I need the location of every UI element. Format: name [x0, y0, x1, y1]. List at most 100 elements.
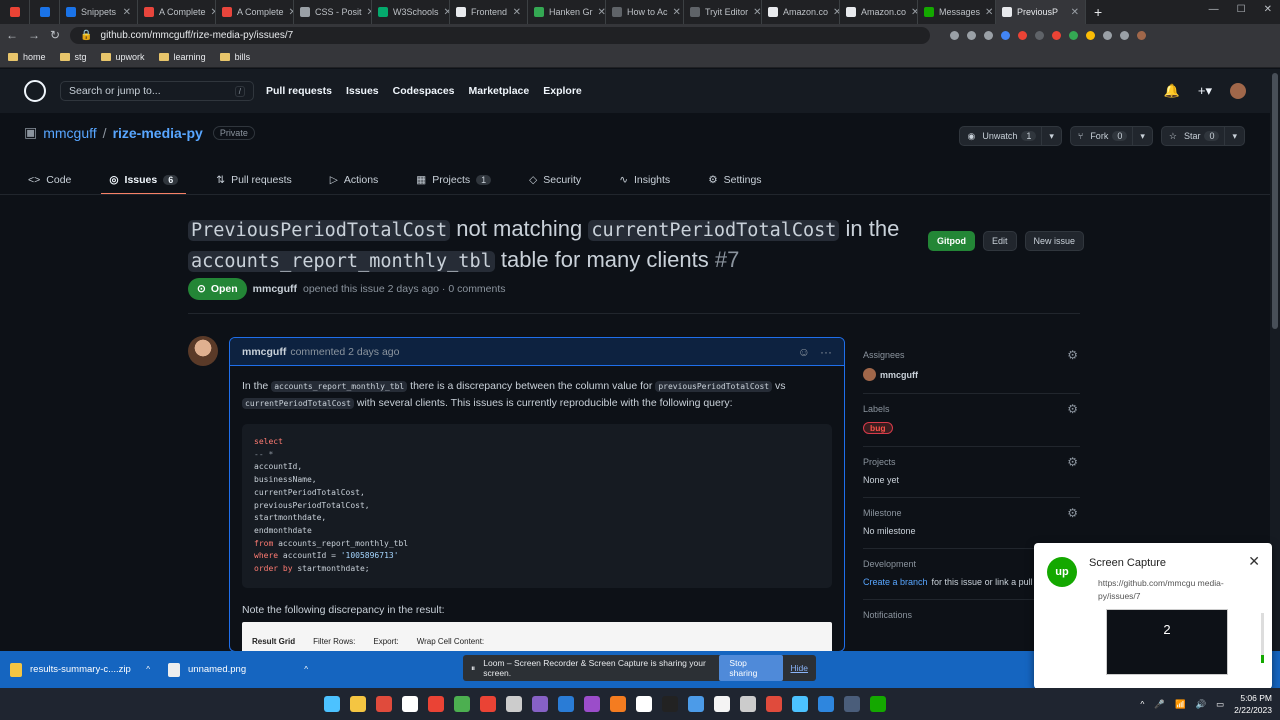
taskbar-app-icon[interactable]: [584, 696, 600, 712]
nav-codespaces[interactable]: Codespaces: [393, 85, 455, 97]
taskbar-app-icon[interactable]: [610, 696, 626, 712]
reload-icon[interactable]: ↻: [50, 28, 60, 42]
browser-tab[interactable]: PreviousP ✕: [996, 0, 1086, 24]
forward-icon[interactable]: →: [28, 28, 40, 42]
gear-icon[interactable]: ⚙: [1067, 506, 1078, 520]
gear-icon[interactable]: ⚙: [1067, 348, 1078, 362]
browser-tab[interactable]: Frontend ✕: [450, 0, 528, 24]
close-tab-icon[interactable]: ✕: [833, 7, 839, 18]
wifi-icon[interactable]: 📶: [1175, 699, 1186, 710]
tab-settings[interactable]: ⚙ Settings: [700, 166, 769, 194]
bookmark-stg[interactable]: stg: [59, 52, 87, 62]
taskbar-app-icon[interactable]: [558, 696, 574, 712]
github-logo-icon[interactable]: [24, 80, 46, 102]
clock[interactable]: 5:06 PM 2/22/2023: [1234, 692, 1272, 716]
close-tab-icon[interactable]: ✕: [513, 7, 521, 18]
download-item[interactable]: unnamed.png ^: [168, 662, 308, 677]
fork-button[interactable]: ⑂ Fork 0 ▾: [1069, 126, 1153, 146]
create-new-icon[interactable]: +▾: [1198, 83, 1212, 99]
taskbar-app-icon[interactable]: [740, 696, 756, 712]
browser-tab[interactable]: CSS - Posit✕: [294, 0, 372, 24]
bookmark-bills[interactable]: bills: [219, 52, 250, 62]
maximize-icon[interactable]: ☐: [1237, 4, 1246, 15]
issue-author-link[interactable]: mmcguff: [253, 283, 297, 295]
gear-icon[interactable]: ⚙: [1067, 402, 1078, 416]
taskbar-app-icon[interactable]: [376, 696, 392, 712]
tab-code[interactable]: <> Code: [20, 166, 79, 194]
unwatch-button[interactable]: ◉ Unwatch 1 ▾: [959, 126, 1062, 146]
browser-tab[interactable]: Hanken Gr ✕: [528, 0, 606, 24]
close-icon[interactable]: ✕: [1248, 553, 1260, 570]
nav-marketplace[interactable]: Marketplace: [469, 85, 530, 97]
comment-author-link[interactable]: mmcguff: [242, 346, 286, 358]
chevron-up-icon[interactable]: ^: [146, 665, 150, 674]
chevron-down-icon[interactable]: ▾: [1132, 127, 1152, 145]
capture-thumbnail[interactable]: 2: [1106, 609, 1228, 675]
close-tab-icon[interactable]: ✕: [673, 7, 681, 18]
repo-owner-link[interactable]: mmcguff: [43, 125, 96, 141]
scrollbar-thumb[interactable]: [1272, 73, 1278, 329]
gear-icon[interactable]: ⚙: [1067, 455, 1078, 469]
browser-tab[interactable]: Tryit Editor ✕: [684, 0, 762, 24]
tab-projects[interactable]: ▦ Projects 1: [408, 166, 499, 194]
new-tab-icon[interactable]: +: [1086, 4, 1110, 20]
browser-tab[interactable]: Amazon.co ✕: [762, 0, 840, 24]
assignee-link[interactable]: mmcguff: [880, 370, 918, 380]
search-input[interactable]: Search or jump to... /: [60, 81, 254, 101]
close-tab-icon[interactable]: ✕: [598, 7, 605, 18]
volume-icon[interactable]: 🔊: [1196, 699, 1207, 710]
taskbar-app-icon[interactable]: [662, 696, 678, 712]
taskbar-app-icon[interactable]: [454, 696, 470, 712]
bookmark-home[interactable]: home: [8, 52, 46, 62]
taskbar-app-icon[interactable]: [870, 696, 886, 712]
tab-issues[interactable]: ◎ Issues 6: [101, 166, 187, 195]
taskbar-app-icon[interactable]: [428, 696, 444, 712]
star-button[interactable]: ☆ Star 0 ▾: [1160, 126, 1245, 146]
browser-tab[interactable]: [0, 0, 30, 24]
browser-tab[interactable]: A Complete✕: [216, 0, 294, 24]
taskbar-app-icon[interactable]: [766, 696, 782, 712]
taskbar-app-icon[interactable]: [324, 696, 340, 712]
taskbar-app-icon[interactable]: [844, 696, 860, 712]
tab-actions[interactable]: ▷ Actions: [322, 166, 387, 194]
taskbar-app-icon[interactable]: [506, 696, 522, 712]
create-branch-link[interactable]: Create a branch: [863, 577, 928, 587]
taskbar-app-icon[interactable]: [818, 696, 834, 712]
taskbar-app-icon[interactable]: [532, 696, 548, 712]
nav-pull-requests[interactable]: Pull requests: [266, 85, 332, 97]
close-tab-icon[interactable]: ✕: [123, 7, 131, 18]
more-options-icon[interactable]: ···: [820, 345, 832, 359]
emoji-reaction-icon[interactable]: ☺: [798, 345, 810, 359]
browser-tab[interactable]: Messages ✕: [918, 0, 996, 24]
download-item[interactable]: results-summary-c....zip ^: [10, 662, 150, 677]
browser-tab[interactable]: Amazon.co ✕: [840, 0, 918, 24]
back-icon[interactable]: ←: [6, 28, 18, 42]
close-tab-icon[interactable]: ✕: [985, 7, 993, 18]
taskbar-app-icon[interactable]: [480, 696, 496, 712]
nav-explore[interactable]: Explore: [543, 85, 582, 97]
url-field[interactable]: 🔒 github.com/mmcguff/rize-media-py/issue…: [70, 26, 931, 44]
close-tab-icon[interactable]: ✕: [1071, 7, 1079, 18]
close-tab-icon[interactable]: ✕: [753, 7, 761, 18]
minimize-icon[interactable]: —: [1209, 4, 1219, 15]
bookmark-upwork[interactable]: upwork: [100, 52, 145, 62]
nav-issues[interactable]: Issues: [346, 85, 379, 97]
taskbar-app-icon[interactable]: [636, 696, 652, 712]
result-grid-screenshot[interactable]: Result Grid Filter Rows: Export: Wrap Ce…: [242, 621, 832, 651]
bookmark-learning[interactable]: learning: [158, 52, 206, 62]
gitpod-button[interactable]: Gitpod: [928, 231, 975, 251]
hide-button[interactable]: Hide: [791, 663, 808, 673]
stop-sharing-button[interactable]: Stop sharing: [719, 655, 783, 681]
taskbar-app-icon[interactable]: [402, 696, 418, 712]
taskbar-app-icon[interactable]: [350, 696, 366, 712]
tab-insights[interactable]: ∿ Insights: [611, 166, 678, 194]
close-window-icon[interactable]: ✕: [1264, 4, 1272, 15]
battery-icon[interactable]: ▭: [1216, 699, 1224, 710]
browser-tab[interactable]: A Complete✕: [138, 0, 216, 24]
notifications-bell-icon[interactable]: 🔔: [1164, 83, 1180, 99]
new-issue-button[interactable]: New issue: [1024, 231, 1085, 251]
label-bug[interactable]: bug: [863, 422, 893, 434]
taskbar-app-icon[interactable]: [688, 696, 704, 712]
chevron-up-icon[interactable]: ^: [1140, 699, 1144, 709]
browser-tab[interactable]: [30, 0, 60, 24]
